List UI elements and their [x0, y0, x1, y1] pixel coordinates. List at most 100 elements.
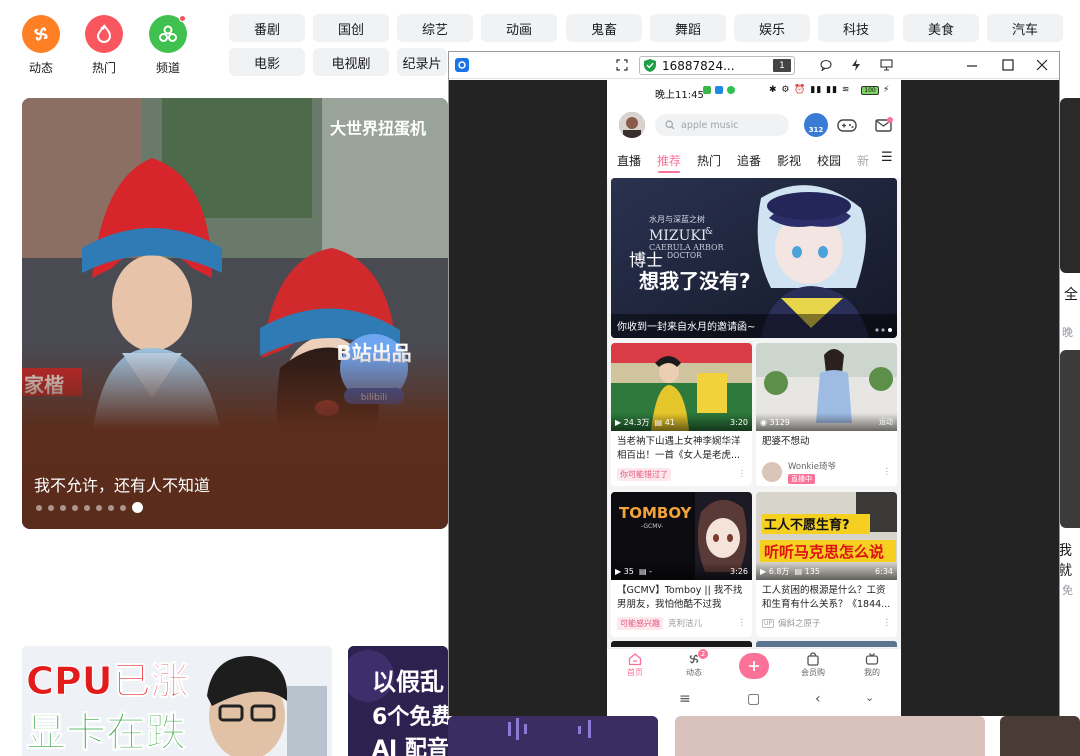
category-chip[interactable]: 鬼畜 — [566, 14, 642, 42]
side-card-title[interactable]: 全 — [1064, 284, 1078, 304]
tab-new[interactable]: 新 — [857, 152, 869, 169]
tab-live[interactable]: 直播 — [617, 152, 641, 169]
pagination-dot[interactable] — [120, 504, 126, 511]
video-footer: UP 偏斜之原子 ⋮ — [756, 614, 897, 632]
banner-pagination[interactable] — [36, 502, 143, 513]
video-card[interactable]: ▶ 24.3万 ▤ 41 3:20 当老衲下山遇上女神李婉华洋相百出！一首《女人… — [611, 343, 752, 486]
chat-icon[interactable] — [819, 57, 833, 73]
monitor-icon[interactable] — [878, 57, 894, 73]
author-name[interactable]: 克利洁儿 — [668, 617, 702, 629]
phone-screen[interactable]: 晚上11:45 ✱ ⚙ ⏰ ▮▮ ▮▮ ≋ 100 ⚡ apple music … — [607, 80, 901, 716]
category-chip[interactable]: 电视剧 — [313, 48, 389, 76]
video-meta: ▶ 35 ▤ - 3:26 — [611, 562, 752, 580]
more-icon[interactable]: ⋮ — [883, 467, 892, 477]
pagination-dot[interactable] — [84, 504, 90, 511]
category-chip[interactable]: 番剧 — [229, 14, 305, 42]
tab-anime[interactable]: 追番 — [737, 152, 761, 169]
pagination-dot-active[interactable] — [132, 502, 143, 513]
bottom-nav-home[interactable]: 首页 — [615, 651, 655, 678]
nav-hot[interactable]: 热门 — [84, 15, 124, 76]
video-title[interactable]: 【GCMV】Tomboy || 我不找男朋友，我怕他酷不过我 — [611, 580, 752, 614]
more-icon[interactable]: ⋮ — [738, 469, 747, 479]
video-footer: 可能感兴趣 克利洁儿 ⋮ — [611, 614, 752, 632]
tab-count-badge: 1 — [773, 59, 791, 72]
maximize-icon[interactable] — [1001, 57, 1015, 73]
nav-channel[interactable]: 频道 — [148, 15, 188, 76]
dynamic-icon: 2 — [674, 649, 714, 667]
game-center-avatar[interactable]: 312 — [804, 113, 828, 137]
category-chip[interactable]: 汽车 — [987, 14, 1063, 42]
tab-campus[interactable]: 校园 — [817, 152, 841, 169]
system-nav-bar[interactable]: ≡ ▢ ‹ ⌄ — [607, 684, 901, 716]
side-card-thumb-2[interactable] — [1060, 350, 1080, 528]
pagination-dot[interactable] — [36, 504, 42, 511]
tabs-menu-icon[interactable]: ☰ — [881, 150, 893, 165]
gamepad-icon[interactable] — [837, 117, 857, 137]
search-bar[interactable]: apple music — [655, 114, 789, 136]
pagination-dot[interactable] — [72, 504, 78, 511]
bottom-nav-mine[interactable]: 我的 — [852, 651, 892, 678]
category-chip[interactable]: 综艺 — [397, 14, 473, 42]
mail-icon[interactable] — [875, 117, 893, 137]
category-chip[interactable]: 科技 — [818, 14, 894, 42]
pagination-dot[interactable] — [48, 504, 54, 511]
side-card-title-2[interactable]: 我就 — [1058, 540, 1080, 580]
category-chip[interactable]: 国创 — [313, 14, 389, 42]
home-button-icon[interactable]: ▢ — [747, 691, 760, 707]
recents-icon[interactable]: ≡ — [679, 691, 691, 707]
video-card-4[interactable] — [1000, 716, 1080, 756]
side-card-thumb[interactable] — [1060, 98, 1080, 273]
video-card[interactable]: ◉ 3129 运动 肥婆不想动 Wonkie琦爷 直播中 ⋮ — [756, 343, 897, 486]
pagination-dot[interactable] — [60, 504, 66, 511]
category-chip[interactable]: 纪录片 — [397, 48, 447, 76]
publish-button[interactable] — [739, 653, 769, 679]
home-tabs[interactable]: 直播 推荐 热门 追番 影视 校园 新 ☰ — [607, 150, 901, 174]
bottom-nav-shop[interactable]: 会员购 — [793, 651, 833, 678]
pagination-dot[interactable] — [108, 504, 114, 511]
author-name[interactable]: 偏斜之原子 — [778, 617, 821, 629]
tab-movies[interactable]: 影视 — [777, 152, 801, 169]
more-icon[interactable]: ⋮ — [883, 618, 892, 628]
category-chip[interactable]: 舞蹈 — [650, 14, 726, 42]
hero-banner[interactable]: B站出品 bilibili 大世界扭蛋机 家楷 我不允许，还有人不知道 — [22, 98, 448, 529]
window-content: 晚上11:45 ✱ ⚙ ⏰ ▮▮ ▮▮ ≋ 100 ⚡ apple music … — [449, 80, 1059, 716]
author-name[interactable]: Wonkie琦爷 — [788, 460, 836, 472]
category-chip[interactable]: 动画 — [481, 14, 557, 42]
author-avatar[interactable] — [762, 462, 782, 482]
video-title[interactable]: 工人贫困的根源是什么？工资和生育有什么关系？《1844... — [756, 580, 897, 614]
category-chip[interactable]: 美食 — [903, 14, 979, 42]
pagination-dot[interactable] — [96, 504, 102, 511]
video-card-ai-rest[interactable] — [448, 716, 658, 756]
video-card-3[interactable] — [675, 716, 985, 756]
hide-nav-icon[interactable]: ⌄ — [865, 691, 874, 704]
tab-hot[interactable]: 热门 — [697, 152, 721, 169]
close-icon[interactable] — [1035, 57, 1049, 73]
back-icon[interactable]: ‹ — [815, 691, 821, 707]
phone-mirror-window[interactable]: 16887824... 1 晚上11:45 ✱ ⚙ ⏰ ▮▮ ▮▮ ≋ 100 — [448, 51, 1060, 716]
nav-dynamic[interactable]: 动态 — [21, 15, 61, 76]
video-title[interactable]: 当老衲下山遇上女神李婉华洋相百出！一首《女人是老虎... — [611, 431, 752, 465]
bottom-nav-mine-label: 我的 — [864, 668, 880, 677]
banner-title[interactable]: 我不允许，还有人不知道 — [34, 472, 210, 496]
avatar[interactable] — [619, 112, 645, 138]
more-icon[interactable]: ⋮ — [738, 618, 747, 628]
tab-recommend[interactable]: 推荐 — [657, 152, 681, 169]
channel-badge — [179, 15, 186, 22]
bottom-nav-dynamic[interactable]: 2 动态 — [674, 649, 714, 678]
next-card-peek — [756, 641, 897, 647]
recommend-feed[interactable]: 水月与深蓝之树 MIZUKI & CAERULA ARBOR 博士 DOCTOR… — [607, 178, 901, 648]
category-chip[interactable]: 娱乐 — [734, 14, 810, 42]
flash-icon[interactable] — [849, 57, 863, 73]
video-card-ai[interactable]: 以假乱 6个免费的 AI 配音网站 — [348, 646, 448, 756]
hero-carousel[interactable]: 水月与深蓝之树 MIZUKI & CAERULA ARBOR 博士 DOCTOR… — [611, 178, 897, 338]
category-chip[interactable]: 电影 — [229, 48, 305, 76]
bottom-nav[interactable]: 首页 2 动态 会员购 我的 — [607, 648, 901, 684]
video-card[interactable]: TOMBOY -GCMV- ▶ 35 ▤ - 3:26 【GCMV】Tomboy … — [611, 492, 752, 637]
device-address-box[interactable]: 16887824... 1 — [639, 56, 795, 75]
fullscreen-icon[interactable] — [615, 57, 629, 73]
video-card[interactable]: 工人不愿生育? 听听马克思怎么说 ▶ 6.8万 ▤ 135 6:34 工人贫困的根… — [756, 492, 897, 637]
window-titlebar[interactable]: 16887824... 1 — [449, 52, 1059, 79]
video-card-cpu[interactable]: CPU已涨 显卡在跌 — [22, 646, 332, 756]
dynamic-icon — [22, 15, 60, 53]
minimize-icon[interactable] — [965, 57, 979, 73]
